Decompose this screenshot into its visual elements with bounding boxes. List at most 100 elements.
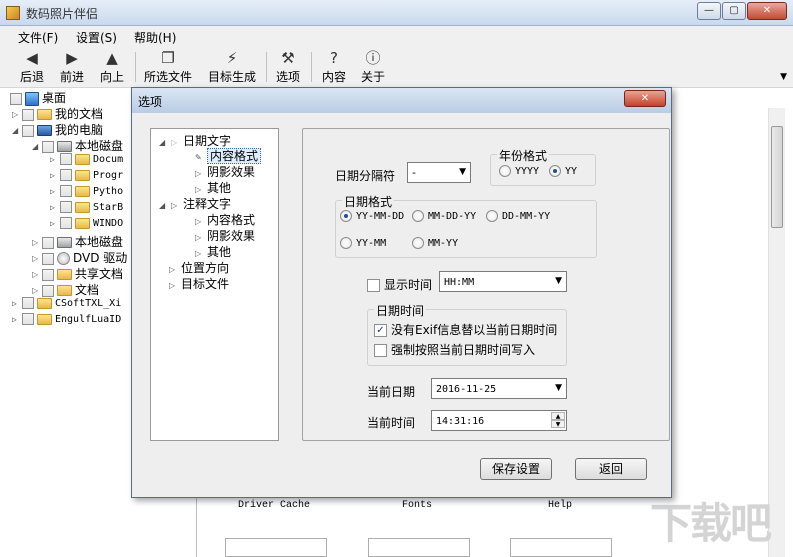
date-separator-select[interactable]: - ▼ bbox=[407, 162, 471, 183]
current-time-input[interactable]: 14:31:16 ▲ ▼ bbox=[431, 410, 567, 431]
tree-checkbox[interactable] bbox=[60, 201, 72, 213]
minimize-button[interactable]: — bbox=[697, 2, 721, 20]
tree-checkbox[interactable] bbox=[42, 284, 54, 297]
tree-item-note-text[interactable]: ◢ ▷ 注释文字 bbox=[159, 195, 231, 211]
menu-help[interactable]: 帮助(H) bbox=[134, 29, 176, 46]
expand-icon[interactable]: ▷ bbox=[50, 219, 60, 228]
radio-mm-yy[interactable]: MM-YY bbox=[412, 237, 458, 249]
save-settings-button[interactable]: 保存设置 bbox=[480, 458, 552, 480]
radio-yy[interactable]: YY bbox=[549, 165, 577, 177]
options-tree[interactable]: ◢ ▷ 日期文字 ✎ 内容格式 ▷ 阴影效果 ▷ 其他 ◢ ▷ 注释文字 ▷ 内容格式 ▷ 阴影效… bbox=[150, 128, 279, 441]
selected-files-button[interactable]: ❐ 所选文件 bbox=[140, 48, 196, 86]
collapse-icon[interactable]: ◢ bbox=[159, 201, 171, 210]
current-date-picker[interactable]: 2016-11-25 ▼ bbox=[431, 378, 567, 399]
expand-icon[interactable]: ▷ bbox=[50, 155, 60, 164]
tree-item-other[interactable]: ▷ 其他 bbox=[195, 179, 231, 195]
tree-item-local-disk[interactable]: ▷ 本地磁盘 bbox=[32, 233, 123, 249]
back-dialog-button[interactable]: 返回 bbox=[575, 458, 647, 480]
up-button[interactable]: ▲ 向上 bbox=[94, 48, 130, 86]
tree-checkbox[interactable] bbox=[22, 108, 34, 121]
menu-file[interactable]: 文件(F) bbox=[18, 29, 58, 46]
scrollbar-thumb[interactable] bbox=[771, 126, 783, 228]
forward-button[interactable]: ▶ 前进 bbox=[54, 48, 90, 86]
tree-item-folder[interactable]: ▷ CSoftTXL_Xi bbox=[12, 297, 121, 313]
spin-up-icon[interactable]: ▲ bbox=[551, 412, 565, 420]
tree-checkbox[interactable] bbox=[42, 268, 54, 281]
vertical-scrollbar[interactable] bbox=[768, 108, 785, 557]
tree-checkbox[interactable] bbox=[60, 169, 72, 181]
tree-checkbox[interactable] bbox=[42, 252, 54, 265]
tree-item-note-other[interactable]: ▷ 其他 bbox=[195, 243, 231, 259]
checkbox-checked-icon: ✓ bbox=[374, 324, 387, 337]
content-button[interactable]: ? 内容 bbox=[316, 48, 352, 86]
expand-icon[interactable]: ▷ bbox=[32, 270, 42, 279]
tree-checkbox[interactable] bbox=[60, 153, 72, 165]
collapse-icon[interactable]: ◢ bbox=[159, 138, 171, 147]
tree-checkbox[interactable] bbox=[10, 92, 22, 105]
tree-item-folder[interactable]: ▷ Pytho bbox=[50, 185, 123, 201]
menu-settings[interactable]: 设置(S) bbox=[76, 29, 117, 46]
expand-icon[interactable]: ▷ bbox=[50, 171, 60, 180]
collapse-icon[interactable]: ◢ bbox=[32, 142, 42, 151]
tree-item-note-shadow-effect[interactable]: ▷ 阴影效果 bbox=[195, 227, 255, 243]
radio-mm-dd-yy[interactable]: MM-DD-YY bbox=[412, 210, 476, 222]
expand-icon[interactable]: ▷ bbox=[50, 203, 60, 212]
expand-icon[interactable]: ▷ bbox=[32, 254, 42, 263]
tree-item-target-file[interactable]: ▷ 目标文件 bbox=[169, 275, 229, 291]
expand-icon[interactable]: ▷ bbox=[12, 315, 22, 324]
tree-checkbox[interactable] bbox=[22, 124, 34, 137]
radio-yy-mm[interactable]: YY-MM bbox=[340, 237, 386, 249]
tree-item-folder[interactable]: ▷ Docum bbox=[50, 153, 123, 169]
tree-item-my-documents[interactable]: ▷ 我的文档 bbox=[12, 105, 103, 121]
time-spinner[interactable]: ▲ ▼ bbox=[551, 412, 565, 429]
tree-item-note-content-format[interactable]: ▷ 内容格式 bbox=[195, 211, 255, 227]
tree-item-folder[interactable]: ▷ Progr bbox=[50, 169, 123, 185]
branch-icon: ▷ bbox=[171, 138, 178, 147]
tree-item-docs[interactable]: ▷ 文档 bbox=[32, 281, 99, 297]
close-button[interactable]: ✕ bbox=[747, 2, 787, 20]
expand-icon[interactable]: ▷ bbox=[50, 187, 60, 196]
tree-checkbox[interactable] bbox=[60, 217, 72, 229]
tree-item-my-computer[interactable]: ◢ 我的电脑 bbox=[12, 121, 103, 137]
collapse-icon[interactable]: ◢ bbox=[12, 126, 22, 135]
tree-item-folder[interactable]: ▷ EngulfLuaID bbox=[12, 313, 121, 329]
back-button[interactable]: ◀ 后退 bbox=[14, 48, 50, 86]
folder-thumb[interactable] bbox=[368, 538, 470, 557]
toolbar-overflow-icon[interactable]: ▼ bbox=[780, 72, 787, 82]
tree-item-shadow-effect[interactable]: ▷ 阴影效果 bbox=[195, 163, 255, 179]
radio-dd-mm-yy[interactable]: DD-MM-YY bbox=[486, 210, 550, 222]
tree-item-desktop[interactable]: 桌面 bbox=[10, 89, 66, 106]
tree-checkbox[interactable] bbox=[22, 313, 34, 325]
tree-item-content-format[interactable]: ✎ 内容格式 bbox=[195, 147, 262, 164]
tree-checkbox[interactable] bbox=[42, 140, 54, 153]
folder-thumb[interactable] bbox=[225, 538, 327, 557]
expand-icon[interactable]: ▷ bbox=[12, 110, 22, 119]
expand-icon[interactable]: ▷ bbox=[32, 286, 42, 295]
computer-icon bbox=[37, 125, 52, 136]
dialog-close-button[interactable]: ✕ bbox=[624, 90, 666, 107]
maximize-button[interactable]: ▢ bbox=[722, 2, 746, 20]
show-time-checkbox[interactable]: 显示时间 bbox=[367, 276, 432, 293]
radio-yy-mm-dd[interactable]: YY-MM-DD bbox=[340, 210, 404, 222]
options-button[interactable]: ⚒ 选项 bbox=[272, 48, 304, 86]
force-current-checkbox[interactable]: 强制按照当前日期时间写入 bbox=[374, 341, 535, 358]
tree-item-folder[interactable]: ▷ StarB bbox=[50, 201, 123, 217]
expand-icon[interactable]: ▷ bbox=[32, 238, 42, 247]
spin-down-icon[interactable]: ▼ bbox=[551, 420, 565, 428]
tree-item-dvd[interactable]: ▷ DVD 驱动 bbox=[32, 249, 127, 265]
tree-checkbox[interactable] bbox=[22, 297, 34, 309]
expand-icon[interactable]: ▷ bbox=[12, 299, 22, 308]
tree-item-position[interactable]: ▷ 位置方向 bbox=[169, 259, 229, 275]
target-generate-button[interactable]: ⚡ 目标生成 bbox=[204, 48, 260, 86]
folder-thumb[interactable] bbox=[510, 538, 612, 557]
time-format-select[interactable]: HH:MM ▼ bbox=[439, 271, 567, 292]
tree-item-date-text[interactable]: ◢ ▷ 日期文字 bbox=[159, 132, 231, 148]
radio-yyyy[interactable]: YYYY bbox=[499, 165, 539, 177]
tree-item-folder[interactable]: ▷ WINDO bbox=[50, 217, 123, 233]
tree-item-local-disk[interactable]: ◢ 本地磁盘 bbox=[32, 137, 123, 153]
tree-item-shared-docs[interactable]: ▷ 共享文档 bbox=[32, 265, 123, 281]
tree-checkbox[interactable] bbox=[60, 185, 72, 197]
no-exif-checkbox[interactable]: ✓ 没有Exif信息替以当前日期时间 bbox=[374, 321, 557, 338]
about-button[interactable]: ⓘ 关于 bbox=[356, 48, 390, 86]
tree-checkbox[interactable] bbox=[42, 236, 54, 249]
